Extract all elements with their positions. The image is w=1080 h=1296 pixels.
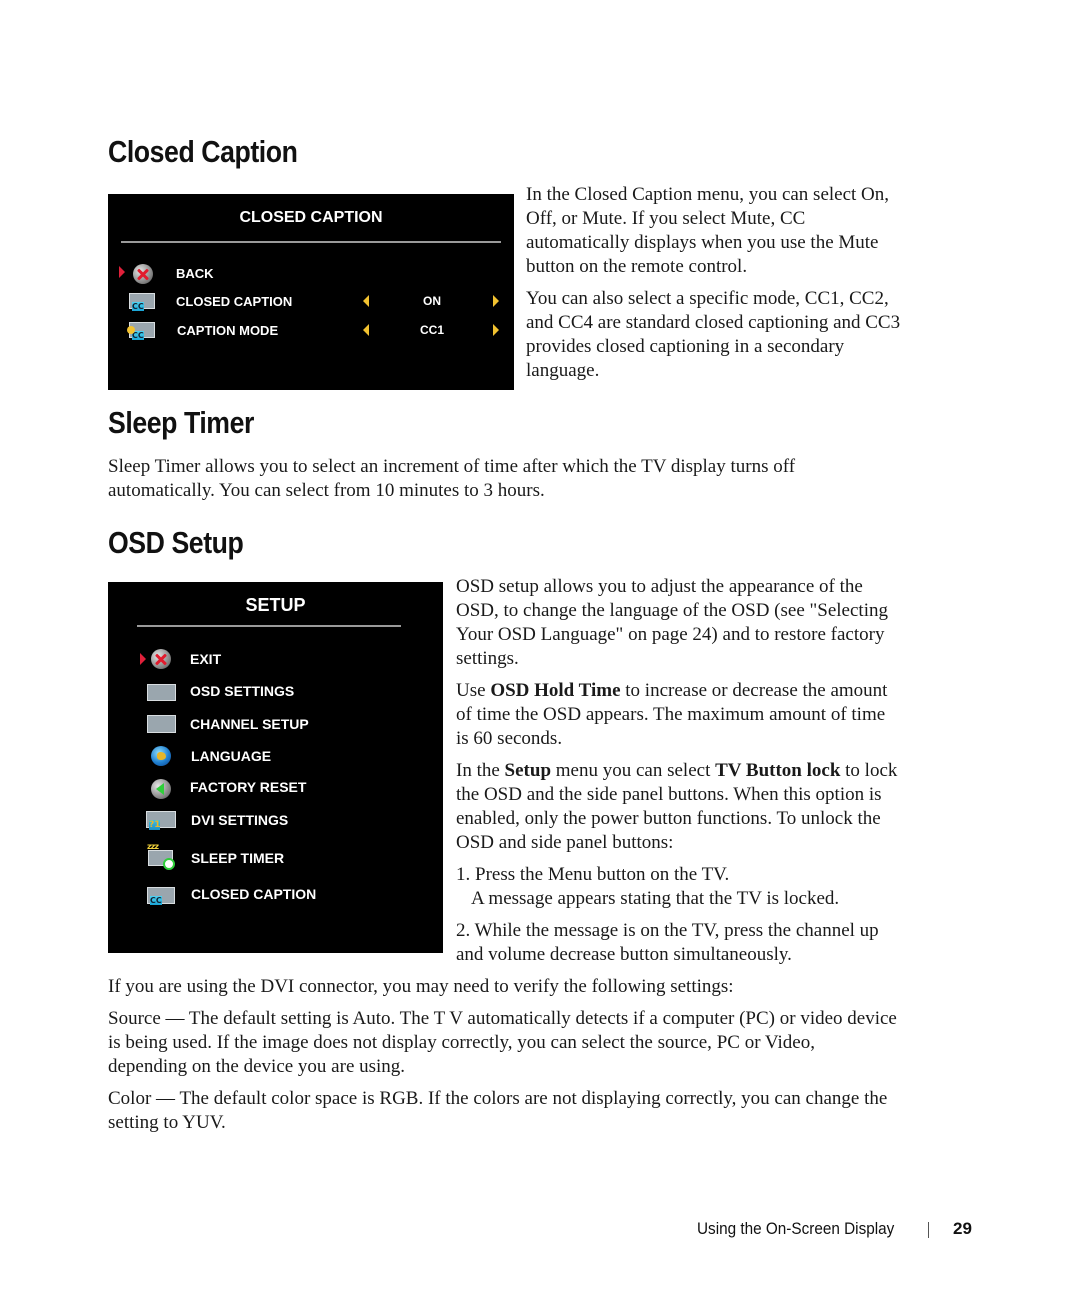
- setup-term: Setup: [504, 760, 552, 781]
- clock-icon: [163, 858, 175, 870]
- sleep-timer-icon: zzz: [147, 842, 175, 870]
- osd-setup-paragraph-3: In the Setup menu you can select TV Butt…: [456, 759, 901, 855]
- dvi-intro: If you are using the DVI connector, you …: [108, 976, 734, 997]
- dvi-settings-icon: ?1: [146, 811, 176, 830]
- color-term: Color: [108, 1088, 152, 1109]
- increase-arrow-icon[interactable]: [493, 295, 499, 307]
- closed-caption-paragraph-2: You can also select a specific mode, CC1…: [526, 288, 901, 381]
- setup-osd-menu: SETUP EXIT OSD SETTINGS CHANNEL SETUP LA…: [108, 582, 443, 953]
- selection-arrow-icon: [140, 653, 146, 665]
- osd-setup-paragraph-1: OSD setup allows you to adjust the appea…: [456, 576, 888, 669]
- pc-term: PC: [716, 1032, 740, 1053]
- back-x-icon: [133, 264, 153, 284]
- text-run: or: [739, 1032, 765, 1053]
- increase-arrow-icon[interactable]: [493, 324, 499, 336]
- zzz-text: zzz: [147, 842, 159, 851]
- osd-item-label: CLOSED CAPTION: [191, 886, 317, 902]
- osd-setup-heading: OSD Setup: [108, 525, 244, 560]
- unlock-step-2: 2. While the message is on the TV, press…: [456, 920, 879, 965]
- dvi-source-paragraph: Source — The default setting is Auto. Th…: [108, 1007, 898, 1079]
- footer-divider: [928, 1222, 929, 1238]
- text-run: Use: [456, 680, 491, 701]
- osd-title-divider: [121, 241, 501, 243]
- closed-caption-icon: CC: [147, 887, 175, 905]
- closed-caption-heading: Closed Caption: [108, 134, 298, 169]
- unlock-step-1-note: A message appears stating that the TV is…: [471, 888, 840, 909]
- dvi-color-paragraph: Color — The default color space is RGB. …: [108, 1087, 898, 1135]
- footer-chapter-title: Using the On-Screen Display: [697, 1219, 895, 1238]
- osd-item-label: OSD SETTINGS: [190, 683, 295, 699]
- caption-mode-value: CC1: [419, 323, 444, 337]
- sleep-timer-term: Sleep Timer: [108, 456, 201, 477]
- decrease-arrow-icon[interactable]: [363, 295, 369, 307]
- osd-item-label: CLOSED CAPTION: [176, 294, 293, 309]
- osd-item-label: CHANNEL SETUP: [190, 716, 309, 732]
- cc-mode-icon: CC: [127, 322, 155, 340]
- closed-caption-value: ON: [423, 294, 441, 308]
- osd-setup-paragraph-2: Use OSD Hold Time to increase or decreas…: [456, 679, 901, 751]
- globe-icon: [151, 746, 171, 766]
- text-run: .: [220, 1112, 226, 1133]
- osd-item-label: DVI SETTINGS: [191, 812, 289, 828]
- osd-item-label: EXIT: [190, 651, 222, 667]
- source-term: Source: [108, 1008, 161, 1029]
- closed-caption-paragraph-1: In the Closed Caption menu, you can sele…: [526, 184, 890, 277]
- sleep-timer-description: allows you to select an increment of tim…: [108, 456, 796, 501]
- exit-x-icon: [151, 649, 171, 669]
- speech-bubble-icon: [127, 326, 135, 334]
- sleep-timer-paragraph: Sleep Timer allows you to select an incr…: [108, 455, 848, 503]
- text-run: — The default color space is: [151, 1088, 380, 1109]
- osd-menu-title: CLOSED CAPTION: [239, 209, 383, 226]
- osd-item-label: SLEEP TIMER: [191, 850, 285, 866]
- osd-menu-title: SETUP: [245, 595, 306, 615]
- osd-item-label: CAPTION MODE: [177, 323, 279, 338]
- rgb-term: RGB: [379, 1088, 419, 1109]
- osd-title-divider: [137, 625, 401, 627]
- unlock-step-1: 1. Press the Menu button on the TV.: [456, 864, 730, 885]
- channel-setup-icon: [147, 715, 176, 733]
- osd-item-label: FACTORY RESET: [190, 779, 307, 795]
- osd-item-label: LANGUAGE: [191, 748, 272, 764]
- cc-icon-text: CC: [150, 896, 162, 905]
- decrease-arrow-icon[interactable]: [363, 324, 369, 336]
- osd-hold-time-term: OSD Hold Time: [490, 680, 621, 701]
- text-run: menu you can select: [551, 760, 716, 781]
- tv-button-lock-term: TV Button lock: [715, 760, 841, 781]
- dvi-icon-text: ?1: [149, 820, 161, 830]
- page-number: 29: [953, 1219, 972, 1238]
- osd-item-label: BACK: [176, 266, 214, 281]
- video-term: Video: [764, 1032, 811, 1053]
- cc-icon-text: CC: [132, 302, 144, 311]
- sleep-timer-heading: Sleep Timer: [108, 405, 254, 440]
- selection-arrow-icon: [119, 266, 125, 278]
- text-run: In the: [456, 760, 505, 781]
- cc-tv-icon: CC: [129, 293, 155, 311]
- factory-reset-icon: [151, 779, 171, 799]
- osd-settings-icon: [147, 684, 176, 701]
- closed-caption-osd-menu: CLOSED CAPTION BACK CC CLOSED CAPTION ON…: [108, 194, 514, 390]
- yuv-term: YUV: [182, 1112, 221, 1133]
